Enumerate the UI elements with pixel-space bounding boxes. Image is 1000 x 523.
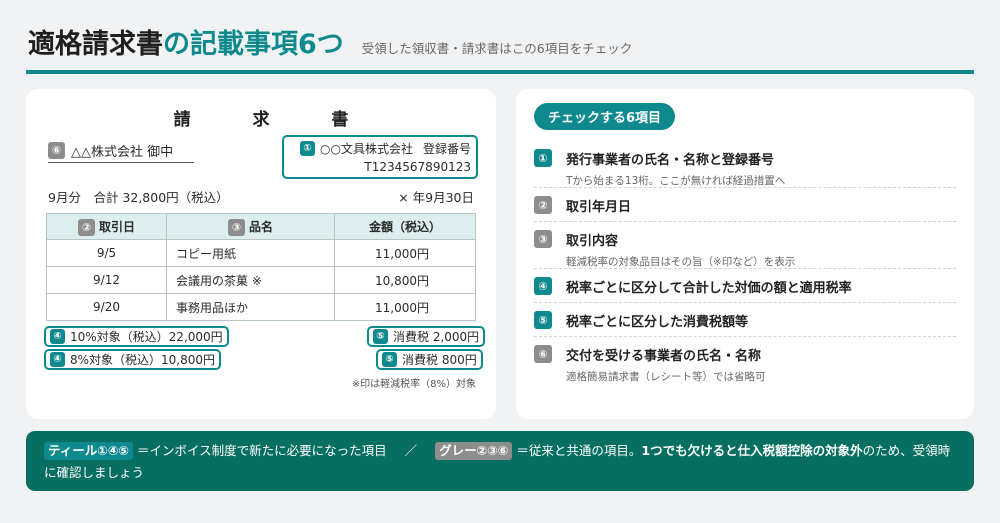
legend-gray-text: ＝従来と共通の項目。 <box>516 443 642 458</box>
row-item: 事務用品ほか <box>166 293 335 321</box>
tax-10-text: 消費税 2,000円 <box>393 330 480 344</box>
tax-10-highlight: ⑤ 消費税 2,000円 <box>367 326 486 347</box>
row-item: コピー用紙 <box>166 239 335 267</box>
invoice-items-table: ② 取引日 ③ 品名 金額（税込） 9/5 コピー用紙 11,000円 9/12 会… <box>46 213 476 321</box>
item-number-badge: ② <box>534 196 552 214</box>
item-label: 交付を受ける事業者の氏名・名称 <box>566 349 762 364</box>
invoice-card: 請 求 書 ⑥ △△株式会社 御中 ① ○○文具株式会社 登録番号 T12345… <box>26 89 496 419</box>
row-date: 9/20 <box>46 293 167 321</box>
page-title: 適格請求書 <box>28 29 163 60</box>
row-date: 9/12 <box>46 266 167 294</box>
column-header-item: ③ 品名 <box>166 213 335 240</box>
tax-8-badge: ⑤ <box>382 352 397 367</box>
item-number-badge: ⑥ <box>534 345 552 363</box>
row-amount: 11,000円 <box>334 293 476 321</box>
list-item: ⑤ 税率ごとに区分した消費税額等 <box>534 303 956 337</box>
item-number-badge: ④ <box>534 277 552 295</box>
row-amount: 11,000円 <box>334 239 476 267</box>
column-header-date-label: 取引日 <box>98 219 135 234</box>
issuer-number-badge: ① <box>300 141 316 156</box>
column-header-date: ② 取引日 <box>46 213 167 240</box>
subtotal-10-highlight: ④ 10%対象（税込）22,000円 <box>44 326 229 347</box>
subtotal-8-badge: ④ <box>50 352 65 367</box>
item-detail: 軽減税率の対象品目はその旨（※印など）を表示 <box>566 256 796 268</box>
subtotal-10-badge: ④ <box>50 329 65 344</box>
item-number-badge: ⑤ <box>534 311 552 329</box>
legend-teal-tag: ティール①④⑤ <box>44 442 134 460</box>
item-number-badge: ③ <box>534 230 552 248</box>
issuer-name: ○○文具株式会社 <box>320 142 413 156</box>
invoice-title: 請 求 書 <box>173 110 377 130</box>
page-subtitle: 受領した領収書・請求書はこの6項目をチェック <box>361 41 633 56</box>
page-header: 適格請求書 の記載事項6つ 受領した領収書・請求書はこの6項目をチェック <box>28 22 972 62</box>
footer-legend: ティール①④⑤ ＝インボイス制度で新たに必要になった項目 ／ グレー②③⑥ ＝従… <box>26 431 974 491</box>
issuer-reg-number: T1234567890123 <box>364 160 471 174</box>
row-amount: 10,800円 <box>334 266 476 294</box>
item-label: 取引内容 <box>566 234 619 249</box>
list-item: ① 発行事業者の氏名・名称と登録番号 Tから始まる13桁。ここが無ければ経過措置へ <box>534 141 956 188</box>
item-number-badge: ③ <box>227 218 245 236</box>
invoice-recipient: ⑥ △△株式会社 御中 <box>48 139 194 163</box>
item-detail: 適格簡易請求書（レシート等）では省略可 <box>566 371 766 383</box>
legend-separator: ／ <box>404 443 418 458</box>
reduced-rate-note: ※印は軽減税率（8%）対象 <box>351 379 476 390</box>
list-item: ③ 取引内容軽減税率の対象品目はその旨（※印など）を表示 <box>534 222 956 269</box>
invoice-summary: 9月分 合計 32,800円（税込） <box>48 190 229 205</box>
subtotal-8-highlight: ④ 8%対象（税込）10,800円 <box>44 349 222 370</box>
column-header-item-label: 品名 <box>248 219 273 234</box>
legend-teal-text: ＝インボイス制度で新たに必要になった項目 <box>137 443 387 458</box>
page-title-accent: の記載事項6つ <box>163 29 344 60</box>
list-item: ② 取引年月日 <box>534 188 956 222</box>
legend-gray-tag: グレー②③⑥ <box>435 442 513 460</box>
checklist-heading: チェックする6項目 <box>534 103 676 130</box>
invoice-due-date: × 年9月30日 <box>398 190 474 205</box>
table-header-row: ② 取引日 ③ 品名 金額（税込） <box>46 213 476 240</box>
table-row: 9/5 コピー用紙 11,000円 <box>46 239 476 267</box>
tax-8-text: 消費税 800円 <box>402 353 477 367</box>
list-item: ④ 税率ごとに区分して合計した対価の額と適用税率 <box>534 269 956 303</box>
table-row: 9/12 会議用の茶菓 ※ 10,800円 <box>46 266 476 294</box>
table-row: 9/20 事務用品ほか 11,000円 <box>46 293 476 321</box>
list-item: ⑥ 交付を受ける事業者の氏名・名称 適格簡易請求書（レシート等）では省略可 <box>534 337 956 384</box>
row-item: 会議用の茶菓 ※ <box>166 266 335 294</box>
item-number-badge: ① <box>534 149 552 167</box>
recipient-number-badge: ⑥ <box>48 142 65 159</box>
checklist-card: チェックする6項目 ① 発行事業者の氏名・名称と登録番号 Tから始まる13桁。ここ… <box>516 89 974 419</box>
checklist: ① 発行事業者の氏名・名称と登録番号 Tから始まる13桁。ここが無ければ経過措置へ… <box>534 141 956 384</box>
recipient-name: △△株式会社 御中 <box>71 145 174 160</box>
item-detail: Tから始まる13桁。ここが無ければ経過措置へ <box>566 175 786 187</box>
item-label: 発行事業者の氏名・名称と登録番号 <box>566 153 775 168</box>
item-label: 取引年月日 <box>566 200 632 215</box>
item-label: 税率ごとに区分した消費税額等 <box>566 315 749 330</box>
date-number-badge: ② <box>77 218 95 236</box>
issuer-highlight: ① ○○文具株式会社 登録番号 T1234567890123 <box>282 135 478 179</box>
column-header-amount: 金額（税込） <box>334 213 476 240</box>
tax-10-badge: ⑤ <box>373 329 388 344</box>
issuer-reg-label: 登録番号 <box>422 142 471 156</box>
subtotal-8-text: 8%対象（税込）10,800円 <box>70 353 216 367</box>
row-date: 9/5 <box>46 239 167 267</box>
legend-emphasis: 1つでも欠けると仕入税額控除の対象外 <box>641 443 863 458</box>
item-label: 税率ごとに区分して合計した対価の額と適用税率 <box>566 281 852 296</box>
header-divider <box>26 70 974 74</box>
subtotal-10-text: 10%対象（税込）22,000円 <box>70 330 223 344</box>
tax-8-highlight: ⑤ 消費税 800円 <box>376 349 483 370</box>
